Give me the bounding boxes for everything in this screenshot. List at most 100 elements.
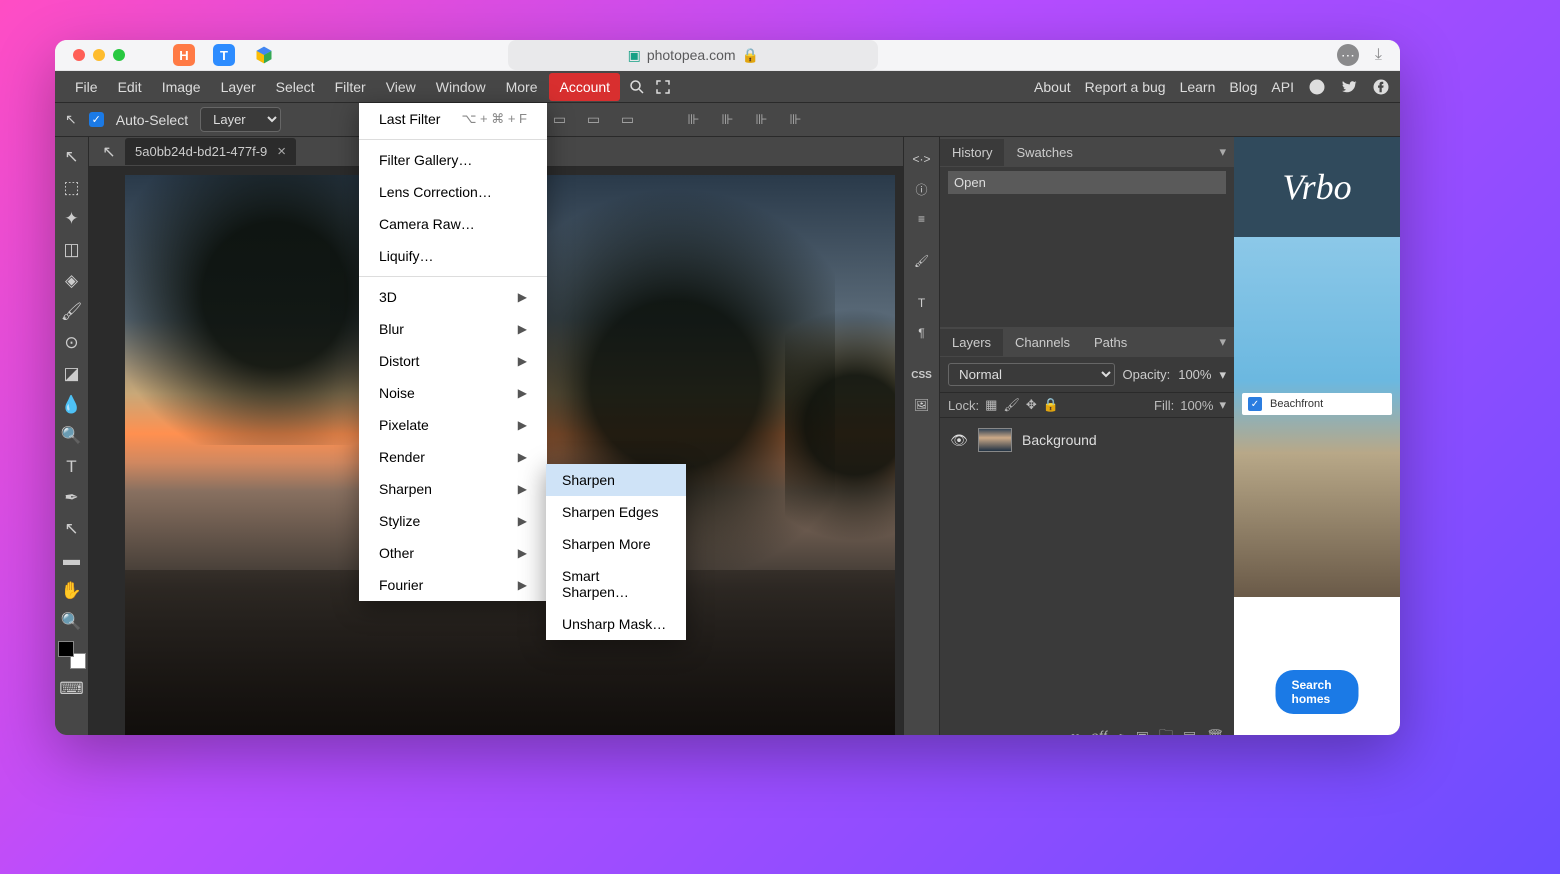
fx-icon[interactable]: ℯ𝑓𝑓: [1090, 728, 1107, 736]
panel-icon-adjust[interactable]: ≡: [910, 207, 934, 231]
tab-channels[interactable]: Channels: [1003, 329, 1082, 356]
history-panel-menu-icon[interactable]: ▾: [1211, 144, 1234, 160]
panel-icon-info[interactable]: ⓘ: [910, 177, 934, 201]
menu-select[interactable]: Select: [266, 73, 325, 101]
distribute-4-icon[interactable]: ⊪: [784, 109, 806, 131]
color-swatches[interactable]: [58, 641, 86, 669]
lock-all-icon[interactable]: 🔒: [1043, 397, 1059, 413]
align-center-h-icon[interactable]: ▭: [582, 109, 604, 131]
distribute-3-icon[interactable]: ⊪: [750, 109, 772, 131]
pen-tool[interactable]: ✒: [56, 482, 88, 513]
folder-icon[interactable]: 🗀: [1159, 724, 1173, 735]
tab-paths[interactable]: Paths: [1082, 329, 1139, 356]
clone-tool[interactable]: ⊙: [56, 327, 88, 358]
menu-3d[interactable]: 3D▶: [359, 281, 547, 313]
menu-noise[interactable]: Noise▶: [359, 377, 547, 409]
facebook-icon[interactable]: [1372, 78, 1390, 96]
link-api[interactable]: API: [1271, 79, 1294, 95]
ext-icon-1[interactable]: H: [173, 44, 195, 66]
blend-mode-select[interactable]: Normal: [948, 363, 1115, 386]
eyedropper-tool[interactable]: ◈: [56, 265, 88, 296]
panel-icon-paragraph[interactable]: ¶: [910, 321, 934, 345]
link-learn[interactable]: Learn: [1180, 79, 1216, 95]
ad-cta-button[interactable]: Search homes: [1276, 670, 1359, 714]
history-item-open[interactable]: Open: [948, 171, 1226, 194]
tab-history[interactable]: History: [940, 139, 1004, 166]
maximize-window-button[interactable]: [113, 49, 125, 61]
ad-checkbox[interactable]: ✓: [1248, 397, 1262, 411]
close-window-button[interactable]: [73, 49, 85, 61]
link-blog[interactable]: Blog: [1229, 79, 1257, 95]
layer-visibility-icon[interactable]: 👁: [950, 432, 968, 449]
fill-dropdown-icon[interactable]: ▾: [1219, 397, 1226, 413]
crop-tool[interactable]: ◫: [56, 234, 88, 265]
delete-layer-icon[interactable]: 🗑: [1206, 728, 1224, 736]
distribute-1-icon[interactable]: ⊪: [682, 109, 704, 131]
tab-home-icon[interactable]: ↖: [95, 138, 123, 166]
menu-render[interactable]: Render▶: [359, 441, 547, 473]
align-left-icon[interactable]: ▭: [548, 109, 570, 131]
menu-sharpen[interactable]: Sharpen▶: [359, 473, 547, 505]
search-icon[interactable]: [628, 78, 646, 96]
lock-brush-icon[interactable]: 🖌: [1003, 397, 1020, 413]
opacity-value[interactable]: 100%: [1178, 367, 1211, 382]
wand-tool[interactable]: ✦: [56, 203, 88, 234]
dodge-tool[interactable]: 🔍: [56, 420, 88, 451]
blur-tool[interactable]: 💧: [56, 389, 88, 420]
ext-icon-2[interactable]: T: [213, 44, 235, 66]
adjustment-icon[interactable]: ▣: [1136, 728, 1149, 736]
menu-filter-gallery[interactable]: Filter Gallery…: [359, 144, 547, 176]
menu-layer[interactable]: Layer: [211, 73, 266, 101]
menu-other[interactable]: Other▶: [359, 537, 547, 569]
auto-select-checkbox[interactable]: ✓: [89, 112, 104, 127]
tab-swatches[interactable]: Swatches: [1004, 139, 1084, 166]
menu-window[interactable]: Window: [426, 73, 496, 101]
panel-icon-brush[interactable]: 🖌: [910, 249, 934, 273]
panel-icon-css[interactable]: CSS: [910, 363, 934, 387]
menu-more[interactable]: More: [496, 73, 548, 101]
link-report-bug[interactable]: Report a bug: [1085, 79, 1166, 95]
reddit-icon[interactable]: [1308, 78, 1326, 96]
opacity-dropdown-icon[interactable]: ▾: [1219, 367, 1226, 383]
marquee-tool[interactable]: ⬚: [56, 172, 88, 203]
layer-row-background[interactable]: 👁 Background: [940, 422, 1234, 458]
panel-icon-image[interactable]: 🖼: [910, 393, 934, 417]
menu-stylize[interactable]: Stylize▶: [359, 505, 547, 537]
lock-move-icon[interactable]: ✥: [1026, 397, 1037, 413]
menu-filter[interactable]: Filter: [325, 73, 376, 101]
menu-camera-raw[interactable]: Camera Raw…: [359, 208, 547, 240]
menu-distort[interactable]: Distort▶: [359, 345, 547, 377]
hand-tool[interactable]: ✋: [56, 575, 88, 606]
close-tab-icon[interactable]: ×: [277, 143, 286, 160]
link-layers-icon[interactable]: ∞: [1070, 728, 1080, 735]
mask-icon[interactable]: ◐: [1117, 728, 1125, 735]
menu-last-filter[interactable]: Last Filter ⌥ + ⌘ + F: [359, 103, 547, 135]
path-select-tool[interactable]: ↖: [56, 513, 88, 544]
downloads-icon[interactable]: ⤓: [1375, 46, 1382, 64]
menu-fourier[interactable]: Fourier▶: [359, 569, 547, 601]
menu-account[interactable]: Account: [549, 73, 620, 101]
more-actions-button[interactable]: ⋯: [1337, 44, 1359, 66]
submenu-smart-sharpen[interactable]: Smart Sharpen…: [546, 560, 686, 608]
layers-panel-menu-icon[interactable]: ▾: [1211, 334, 1234, 350]
tab-layers[interactable]: Layers: [940, 329, 1003, 356]
submenu-unsharp-mask[interactable]: Unsharp Mask…: [546, 608, 686, 640]
submenu-sharpen-edges[interactable]: Sharpen Edges: [546, 496, 686, 528]
layer-select-dropdown[interactable]: Layer: [200, 107, 281, 132]
fullscreen-icon[interactable]: [654, 78, 672, 96]
menu-image[interactable]: Image: [152, 73, 211, 101]
panel-icon-expand[interactable]: <·>: [910, 147, 934, 171]
document-tab[interactable]: 5a0bb24d-bd21-477f-9 ×: [125, 138, 296, 165]
address-bar[interactable]: ▣ photopea.com 🔒: [508, 40, 878, 70]
menu-file[interactable]: File: [65, 73, 108, 101]
lock-transparent-icon[interactable]: ▦: [985, 397, 997, 413]
new-layer-icon[interactable]: ▤: [1183, 728, 1196, 736]
eraser-tool[interactable]: ◪: [56, 358, 88, 389]
rectangle-tool[interactable]: ▬: [56, 544, 88, 575]
brush-tool[interactable]: 🖌: [56, 296, 88, 327]
fill-value[interactable]: 100%: [1180, 398, 1213, 413]
quick-mask-tool[interactable]: ⌨: [56, 673, 88, 704]
move-tool[interactable]: ↖: [56, 141, 88, 172]
link-about[interactable]: About: [1034, 79, 1071, 95]
menu-view[interactable]: View: [376, 73, 426, 101]
